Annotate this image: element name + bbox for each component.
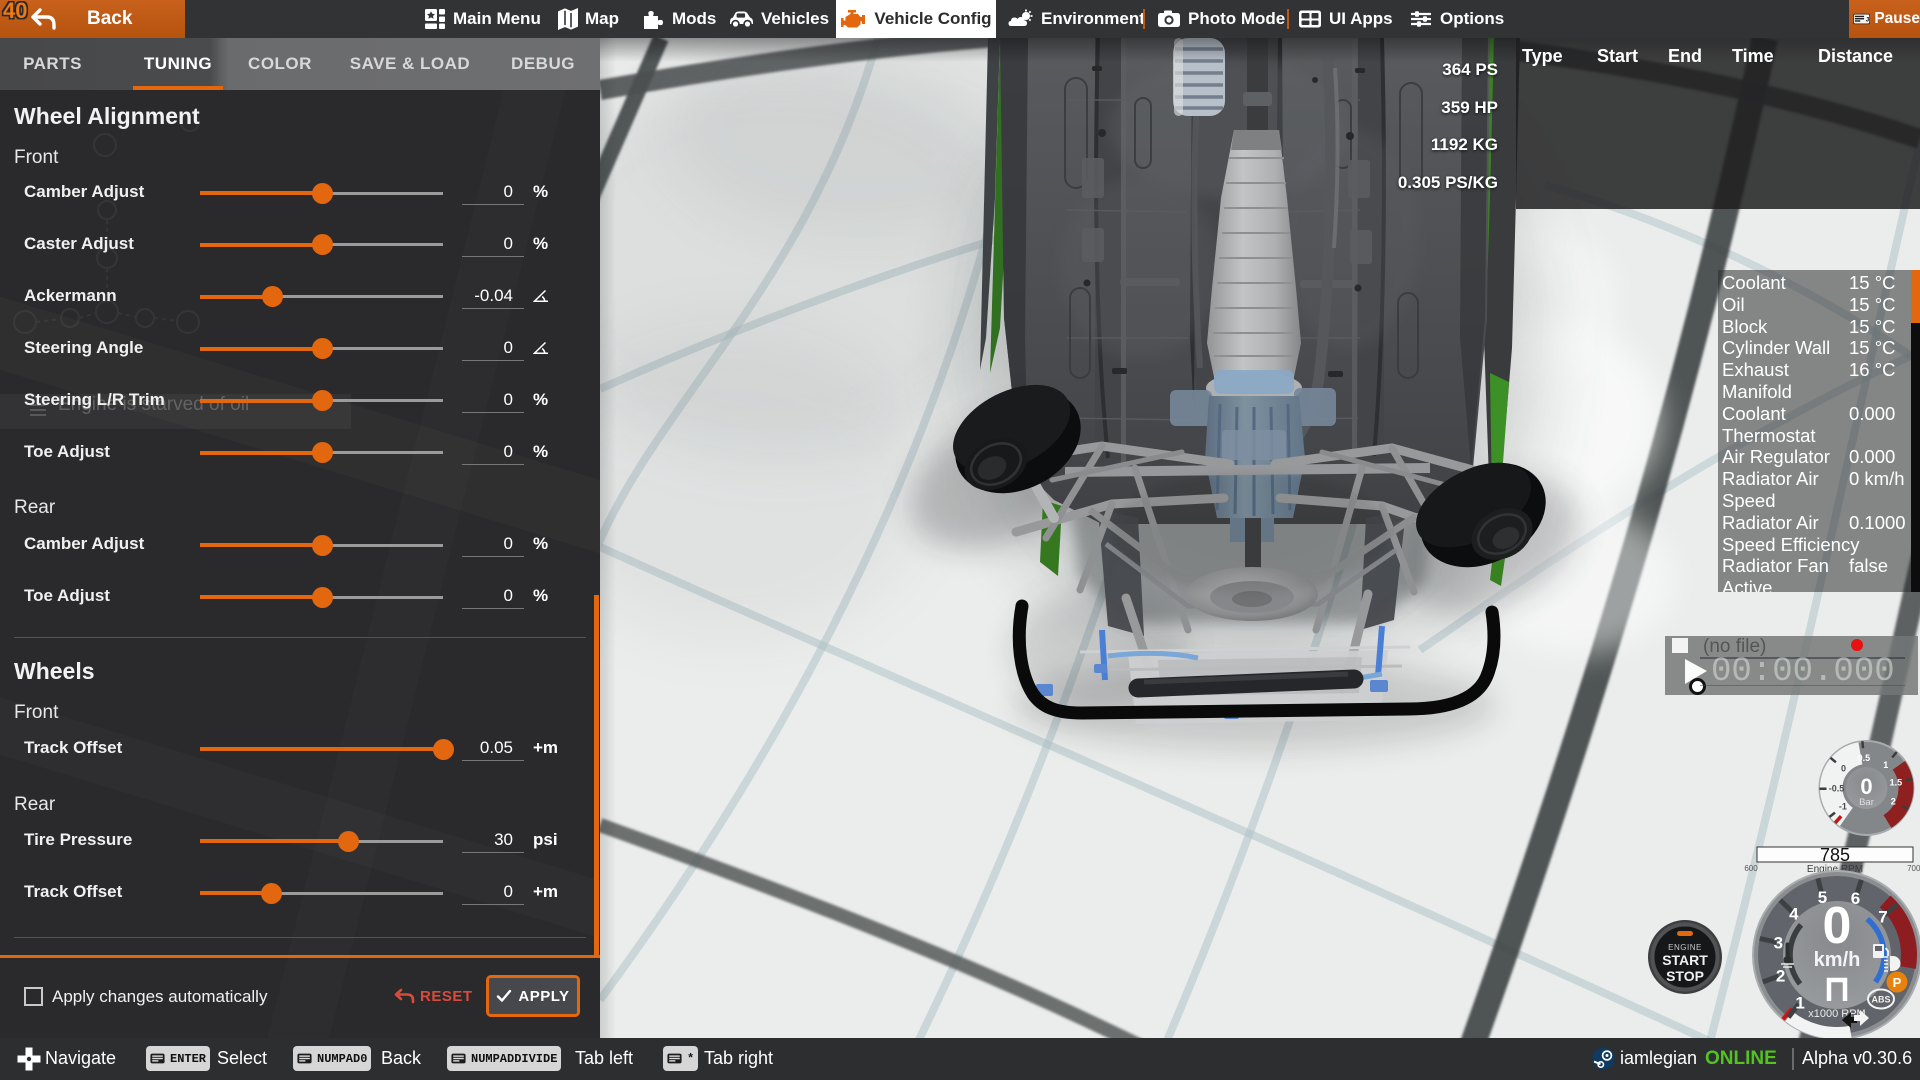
svg-text:7: 7 bbox=[1878, 907, 1887, 926]
svg-text:ABS: ABS bbox=[1871, 995, 1890, 1005]
svg-text:START: START bbox=[1662, 952, 1708, 968]
svg-text:600: 600 bbox=[1744, 864, 1758, 873]
svg-text:1.5: 1.5 bbox=[1890, 777, 1903, 787]
svg-text:0: 0 bbox=[1860, 774, 1872, 799]
svg-text:0: 0 bbox=[1841, 764, 1846, 774]
svg-text:km/h: km/h bbox=[1814, 949, 1861, 971]
svg-text:P: P bbox=[1893, 975, 1902, 990]
svg-text:6: 6 bbox=[1851, 889, 1860, 908]
svg-text:J: J bbox=[1865, 16, 1869, 23]
svg-text:0.5: 0.5 bbox=[1858, 753, 1871, 763]
svg-text:1: 1 bbox=[1795, 993, 1804, 1012]
svg-text:3: 3 bbox=[1774, 934, 1783, 953]
svg-text:4: 4 bbox=[1789, 904, 1799, 923]
svg-text:Bar: Bar bbox=[1859, 797, 1874, 808]
svg-text:1: 1 bbox=[1883, 760, 1888, 770]
svg-text:2: 2 bbox=[1891, 797, 1896, 807]
svg-text:2: 2 bbox=[1776, 967, 1785, 986]
svg-text:-1: -1 bbox=[1839, 802, 1847, 812]
svg-text:0: 0 bbox=[1823, 897, 1852, 955]
svg-text:ENGINE: ENGINE bbox=[1668, 943, 1702, 952]
svg-text:785: 785 bbox=[1820, 845, 1850, 865]
svg-text:-0.5: -0.5 bbox=[1829, 784, 1845, 794]
svg-text:STOP: STOP bbox=[1666, 968, 1704, 984]
svg-text:7000: 7000 bbox=[1907, 864, 1920, 873]
